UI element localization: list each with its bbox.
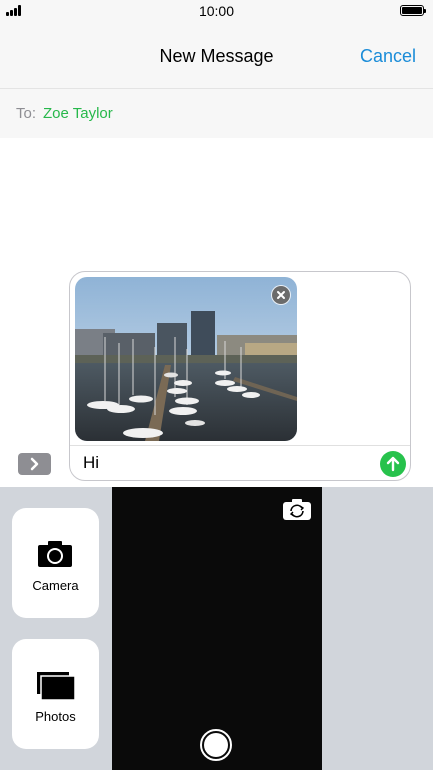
photo-attachment[interactable] xyxy=(75,277,297,441)
switch-camera-button[interactable] xyxy=(282,497,312,521)
cancel-button[interactable]: Cancel xyxy=(360,46,416,67)
recipient-name[interactable]: Zoe Taylor xyxy=(43,105,113,122)
divider xyxy=(70,445,410,446)
message-input[interactable]: Hi xyxy=(83,453,99,473)
to-label: To: xyxy=(16,105,37,122)
photos-label: Photos xyxy=(35,709,76,724)
nav-bar: New Message Cancel xyxy=(0,22,433,88)
camera-icon xyxy=(38,541,72,567)
switch-camera-icon xyxy=(283,499,311,520)
status-bar: 10:00 xyxy=(0,0,433,22)
camera-label: Camera xyxy=(32,578,79,593)
shutter-button[interactable] xyxy=(200,729,232,761)
recipient-field[interactable]: To: Zoe Taylor xyxy=(0,88,433,138)
battery-icon xyxy=(400,5,426,16)
harbour-photo xyxy=(75,277,297,441)
chevron-right-icon xyxy=(30,457,39,471)
photos-icon xyxy=(37,672,76,701)
close-icon xyxy=(277,291,285,299)
status-time: 10:00 xyxy=(198,3,235,19)
send-button[interactable] xyxy=(380,451,406,477)
camera-viewfinder[interactable] xyxy=(112,487,322,770)
send-arrow-icon xyxy=(386,456,400,472)
camera-tile[interactable]: Camera xyxy=(12,508,99,618)
photos-tile[interactable]: Photos xyxy=(12,639,99,749)
remove-attachment-button[interactable] xyxy=(272,286,290,304)
expand-apps-button[interactable] xyxy=(18,453,51,475)
